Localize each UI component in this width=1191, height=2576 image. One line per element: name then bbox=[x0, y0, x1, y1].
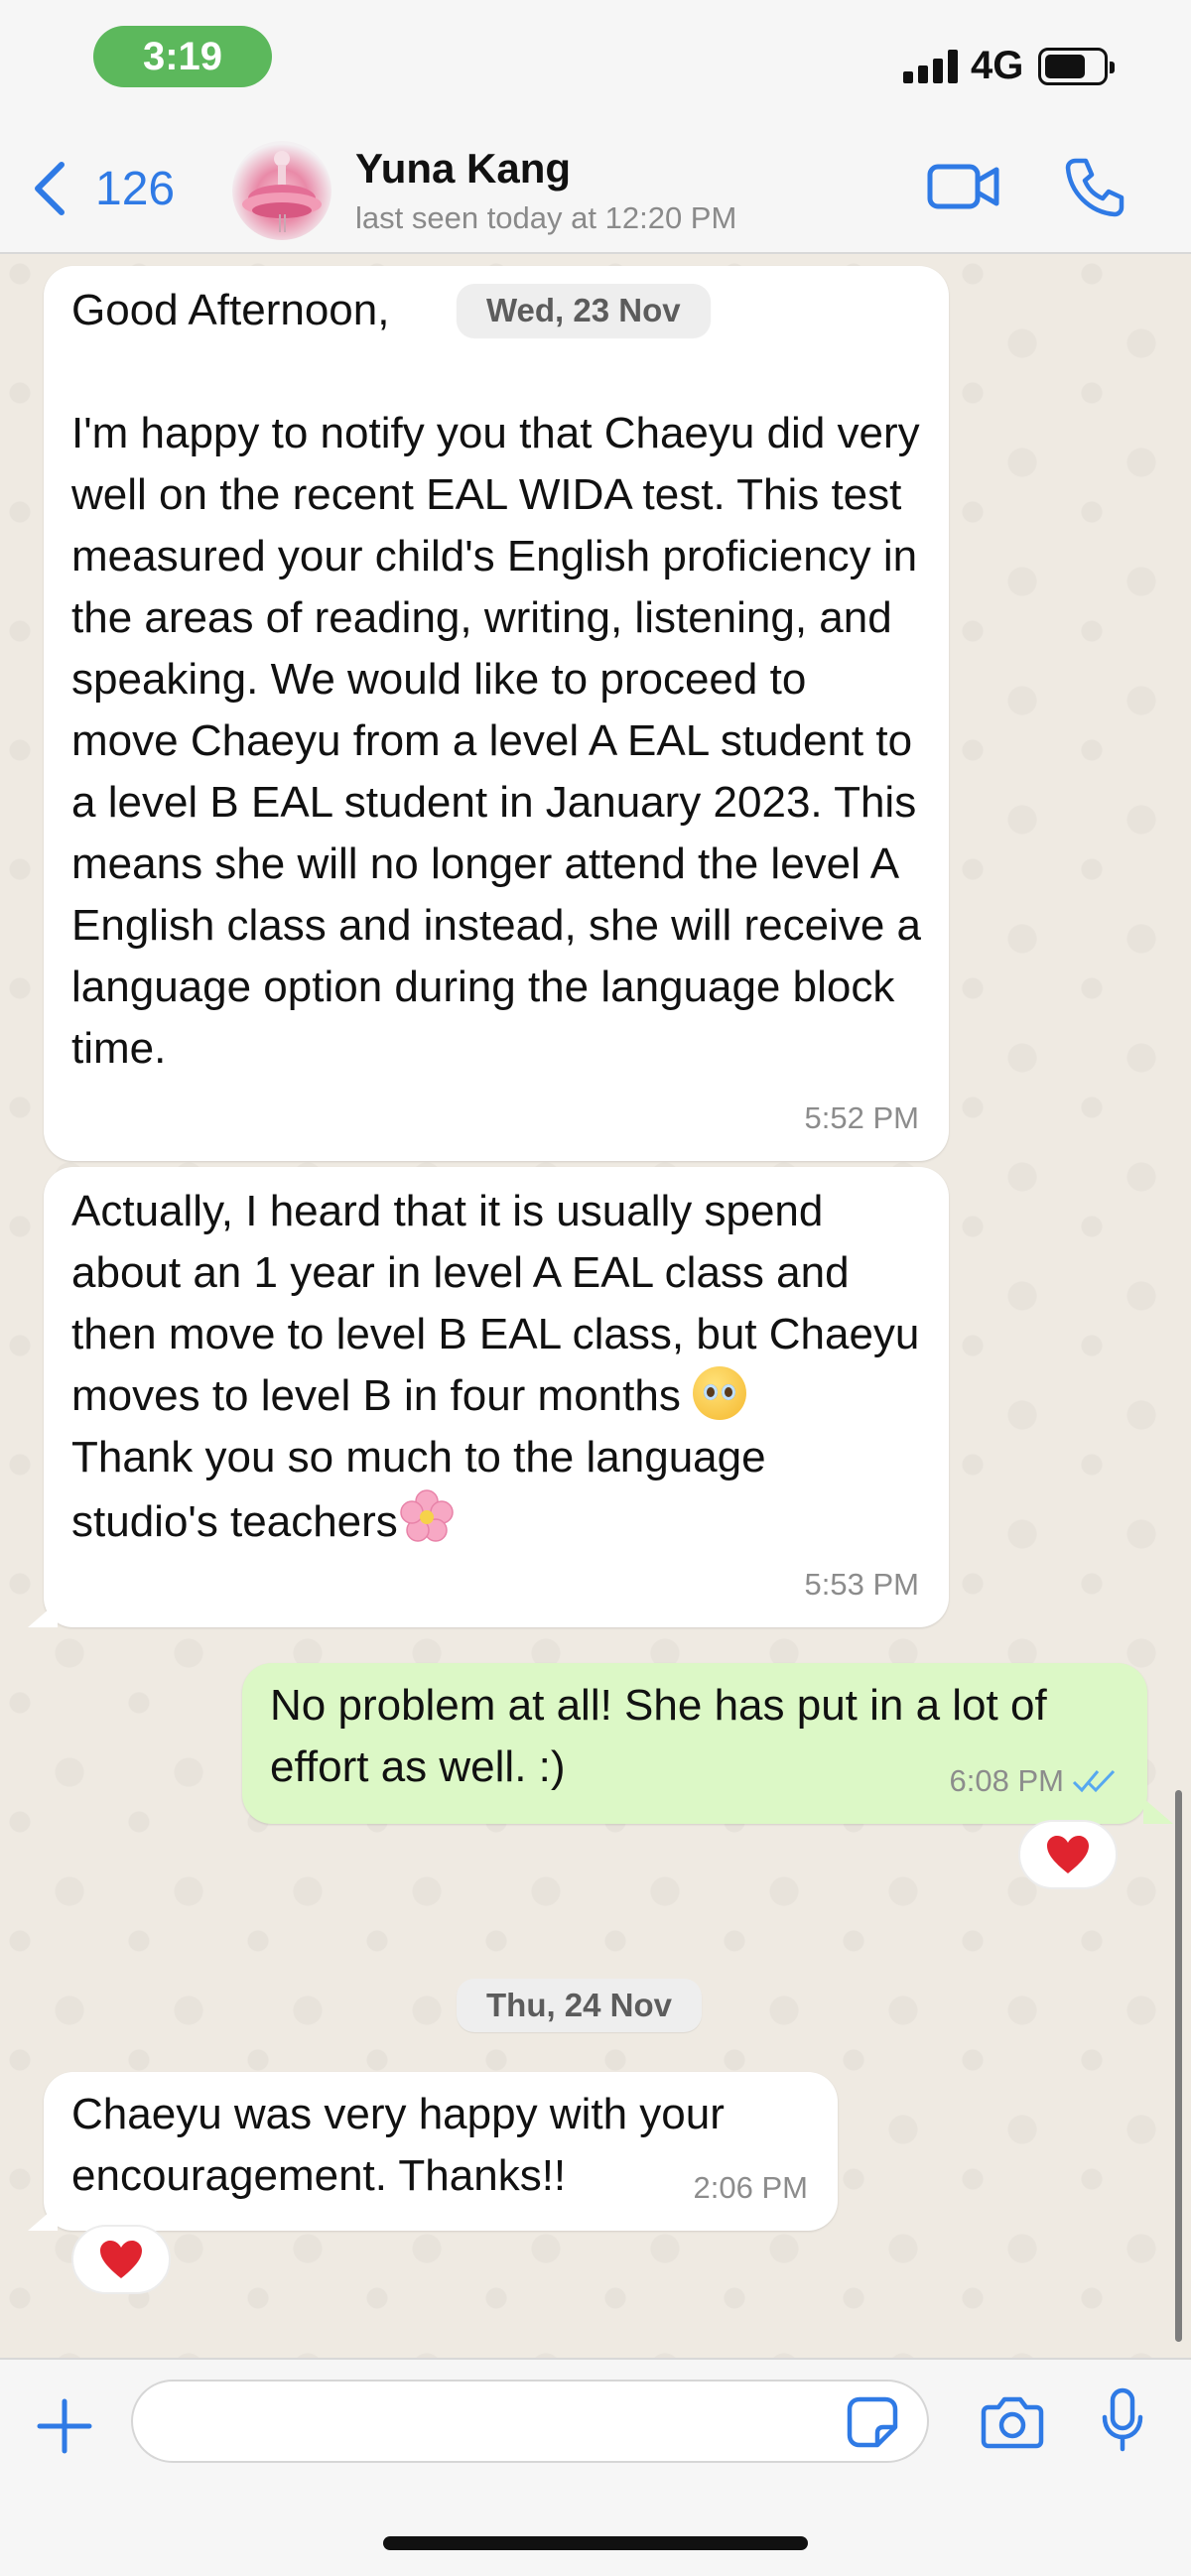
message-time: 5:53 PM bbox=[804, 1567, 919, 1602]
network-type: 4G bbox=[971, 44, 1024, 87]
heart-icon bbox=[1047, 1836, 1089, 1873]
camera-icon bbox=[981, 2396, 1044, 2449]
microphone-button[interactable] bbox=[1100, 2387, 1145, 2458]
message-bubble-incoming[interactable]: Chaeyu was very happy with your encourag… bbox=[44, 2072, 838, 2231]
home-indicator[interactable] bbox=[383, 2536, 808, 2550]
date-separator: Thu, 24 Nov bbox=[457, 1979, 703, 2032]
cherry-blossom-emoji bbox=[398, 1488, 456, 1563]
scrollbar[interactable] bbox=[1175, 1790, 1182, 2342]
message-input[interactable] bbox=[131, 2380, 929, 2463]
message-text: Actually, I heard that it is usually spe… bbox=[71, 1181, 921, 1563]
status-bar: 3:19 4G bbox=[0, 0, 1191, 119]
message-text: Good Afternoon, I'm happy to notify you … bbox=[71, 286, 922, 1073]
avatar-image bbox=[242, 151, 322, 232]
read-receipt-icon bbox=[1072, 1769, 1116, 1793]
camera-button[interactable] bbox=[981, 2393, 1044, 2454]
unread-count: 126 bbox=[95, 162, 176, 215]
microphone-icon bbox=[1102, 2387, 1143, 2452]
message-bubble-incoming[interactable]: Good Afternoon, I'm happy to notify you … bbox=[44, 266, 949, 1161]
reaction-badge[interactable] bbox=[71, 2225, 171, 2294]
message-list[interactable]: Good Afternoon, I'm happy to notify you … bbox=[0, 254, 1191, 2358]
battery-icon bbox=[1038, 48, 1115, 85]
status-time[interactable]: 3:19 bbox=[93, 26, 272, 87]
video-call-button[interactable] bbox=[927, 161, 1000, 217]
bubble-tail bbox=[28, 1602, 58, 1627]
cellular-signal-icon bbox=[903, 50, 959, 83]
back-button[interactable]: 126 bbox=[30, 159, 175, 218]
message-composer bbox=[0, 2358, 1191, 2576]
contact-name[interactable]: Yuna Kang bbox=[355, 145, 571, 193]
voice-call-button[interactable] bbox=[1064, 157, 1125, 223]
message-bubble-incoming[interactable]: Actually, I heard that it is usually spe… bbox=[44, 1167, 949, 1627]
chat-header: 126 Yuna Kang last seen today at 12:20 P… bbox=[0, 119, 1191, 254]
chevron-left-icon bbox=[35, 162, 65, 215]
last-seen-status: last seen today at 12:20 PM bbox=[355, 200, 737, 235]
message-time: 5:52 PM bbox=[804, 1100, 919, 1135]
phone-icon bbox=[1065, 158, 1125, 217]
avatar[interactable] bbox=[232, 141, 331, 240]
date-separator: Wed, 23 Nov bbox=[457, 284, 711, 337]
pleading-face-emoji bbox=[693, 1366, 747, 1420]
reaction-badge[interactable] bbox=[1018, 1820, 1118, 1889]
attach-button[interactable] bbox=[36, 2397, 93, 2460]
heart-icon bbox=[100, 2241, 142, 2278]
sticker-icon bbox=[847, 2396, 898, 2448]
sticker-button[interactable] bbox=[846, 2395, 899, 2454]
message-time: 6:08 PM bbox=[950, 1750, 1118, 1812]
plus-icon bbox=[37, 2398, 92, 2454]
message-time: 2:06 PM bbox=[693, 2170, 808, 2205]
video-icon bbox=[927, 164, 999, 209]
message-bubble-outgoing[interactable]: No problem at all! She has put in a lot … bbox=[242, 1663, 1147, 1824]
bubble-tail bbox=[1143, 1798, 1173, 1824]
